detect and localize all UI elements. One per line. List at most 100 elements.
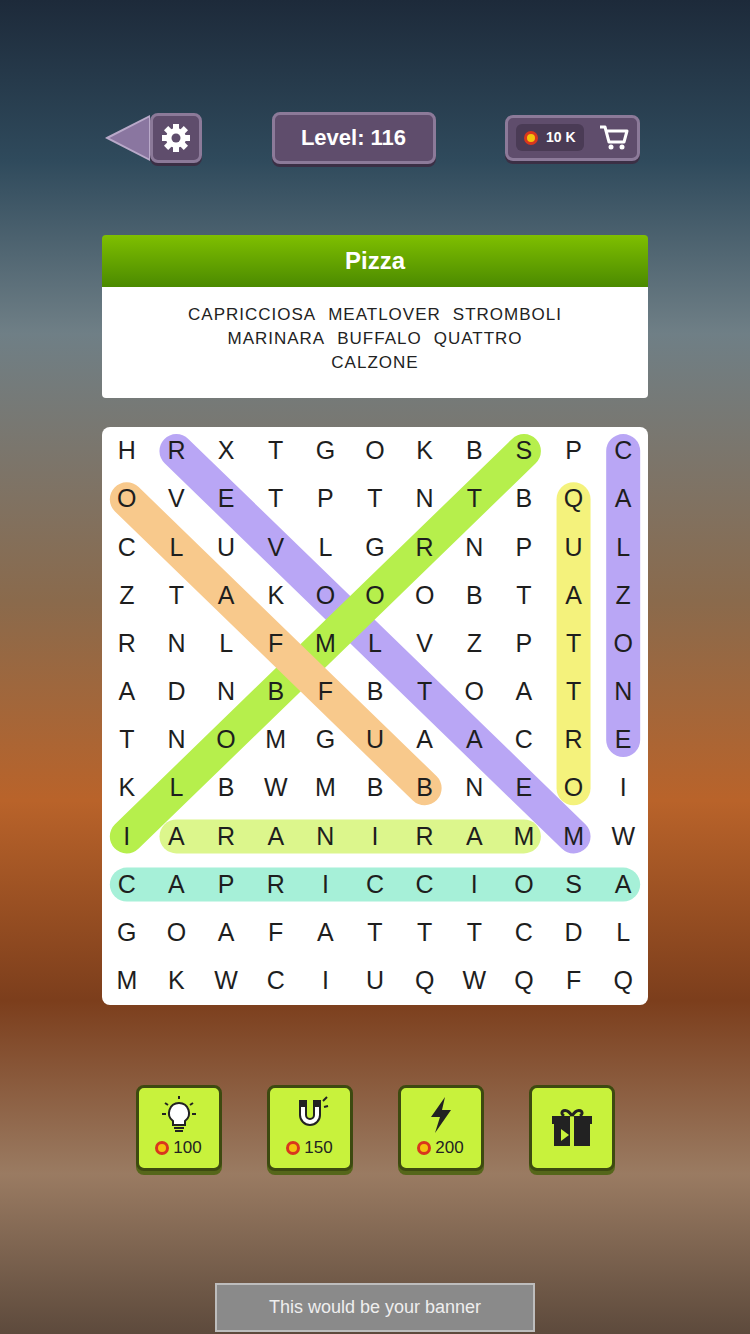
letter-cell[interactable]: L [301,523,351,571]
letter-cell[interactable]: C [102,523,152,571]
letter-cell[interactable]: S [499,427,549,475]
letter-cell[interactable]: A [449,812,499,860]
letter-cell[interactable]: U [350,957,400,1005]
letter-cell[interactable]: O [499,861,549,909]
letter-cell[interactable]: N [400,475,450,523]
letter-cell[interactable]: W [251,764,301,812]
letter-cell[interactable]: B [350,764,400,812]
letter-cell[interactable]: L [201,620,251,668]
letter-cell[interactable]: R [102,620,152,668]
letter-cell[interactable]: M [301,764,351,812]
letter-cell[interactable]: G [102,909,152,957]
booster-button[interactable] [529,1085,615,1171]
letter-cell[interactable]: L [598,523,648,571]
letter-cell[interactable]: H [102,427,152,475]
letter-cell[interactable]: N [598,668,648,716]
letter-cell[interactable]: T [549,668,599,716]
settings-button[interactable] [150,113,202,163]
letter-cell[interactable]: M [301,620,351,668]
letter-cell[interactable]: T [549,620,599,668]
letter-cell[interactable]: E [499,764,549,812]
letter-cell[interactable]: R [549,716,599,764]
letter-cell[interactable]: G [350,523,400,571]
letter-cell[interactable]: V [152,475,202,523]
letter-cell[interactable]: R [251,861,301,909]
letter-cell[interactable]: C [251,957,301,1005]
letter-cell[interactable]: W [201,957,251,1005]
letter-cell[interactable]: A [598,861,648,909]
letter-cell[interactable]: O [102,475,152,523]
letter-cell[interactable]: A [301,909,351,957]
letter-cell[interactable]: Z [598,572,648,620]
letter-cell[interactable]: R [400,523,450,571]
letter-cell[interactable]: N [201,668,251,716]
letter-cell[interactable]: T [350,909,400,957]
letter-cell[interactable]: C [102,861,152,909]
letter-cell[interactable]: L [152,764,202,812]
letter-cell[interactable]: F [301,668,351,716]
letter-cell[interactable]: G [301,716,351,764]
letter-cell[interactable]: V [251,523,301,571]
letter-cell[interactable]: B [449,572,499,620]
letter-cell[interactable]: Q [499,957,549,1005]
letter-cell[interactable]: L [152,523,202,571]
letter-cell[interactable]: M [102,957,152,1005]
letter-cell[interactable]: D [152,668,202,716]
letter-cell[interactable]: S [549,861,599,909]
letter-cell[interactable]: T [152,572,202,620]
letter-cell[interactable]: W [598,812,648,860]
letter-cell[interactable]: Q [598,957,648,1005]
letter-cell[interactable]: K [400,427,450,475]
letter-grid[interactable]: HRXTGOKBSPCOVETPTNTBQACLUVLGRNPULZTAKOOO… [102,427,648,1005]
letter-cell[interactable]: B [499,475,549,523]
letter-cell[interactable]: O [400,572,450,620]
booster-button[interactable]: 150 [267,1085,353,1171]
letter-cell[interactable]: A [102,668,152,716]
letter-cell[interactable]: I [350,812,400,860]
letter-cell[interactable]: P [201,861,251,909]
letter-cell[interactable]: T [102,716,152,764]
letter-cell[interactable]: N [301,812,351,860]
letter-cell[interactable]: B [449,427,499,475]
letter-cell[interactable]: B [400,764,450,812]
letter-cell[interactable]: P [549,427,599,475]
letter-cell[interactable]: U [201,523,251,571]
letter-cell[interactable]: O [598,620,648,668]
letter-cell[interactable]: A [598,475,648,523]
letter-cell[interactable]: O [152,909,202,957]
letter-cell[interactable]: A [201,909,251,957]
letter-cell[interactable]: F [251,909,301,957]
letter-cell[interactable]: C [350,861,400,909]
letter-cell[interactable]: M [549,812,599,860]
letter-cell[interactable]: R [201,812,251,860]
letter-cell[interactable]: B [201,764,251,812]
letter-cell[interactable]: I [301,861,351,909]
letter-cell[interactable]: F [549,957,599,1005]
letter-cell[interactable]: L [598,909,648,957]
letter-cell[interactable]: M [499,812,549,860]
letter-cell[interactable]: L [350,620,400,668]
letter-cell[interactable]: P [499,620,549,668]
letter-cell[interactable]: K [251,572,301,620]
letter-cell[interactable]: O [449,668,499,716]
letter-cell[interactable]: O [350,427,400,475]
letter-cell[interactable]: T [449,475,499,523]
letter-cell[interactable]: E [598,716,648,764]
letter-cell[interactable]: K [102,764,152,812]
letter-cell[interactable]: R [400,812,450,860]
letter-cell[interactable]: X [201,427,251,475]
letter-cell[interactable]: A [400,716,450,764]
letter-cell[interactable]: U [549,523,599,571]
letter-cell[interactable]: O [201,716,251,764]
letter-cell[interactable]: B [251,668,301,716]
letter-cell[interactable]: I [301,957,351,1005]
letter-cell[interactable]: Q [400,957,450,1005]
letter-cell[interactable]: N [152,620,202,668]
letter-cell[interactable]: A [201,572,251,620]
letter-cell[interactable]: N [449,764,499,812]
letter-cell[interactable]: A [549,572,599,620]
letter-cell[interactable]: T [449,909,499,957]
letter-cell[interactable]: E [201,475,251,523]
letter-cell[interactable]: R [152,427,202,475]
letter-cell[interactable]: V [400,620,450,668]
